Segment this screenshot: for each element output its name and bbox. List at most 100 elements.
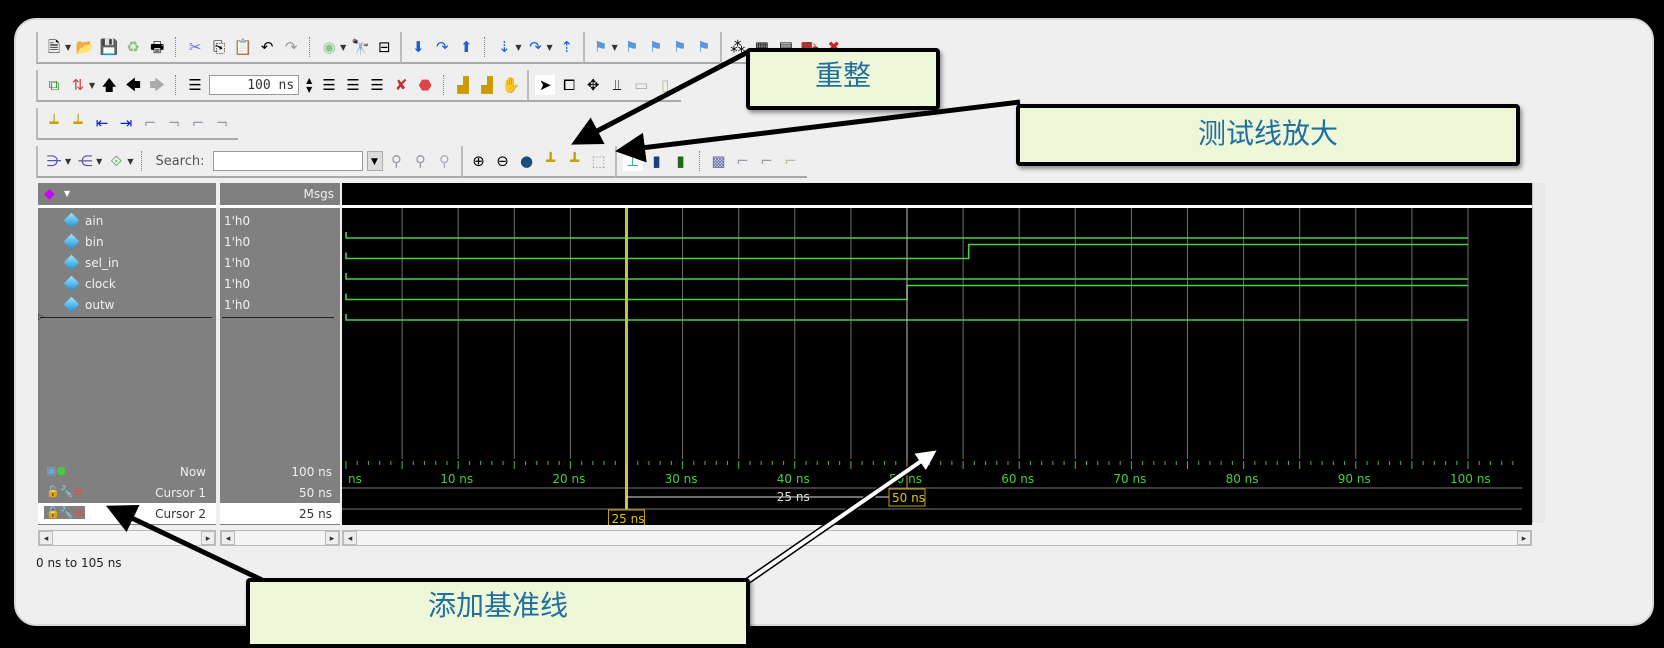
redo-icon[interactable]: ↷ — [281, 37, 301, 57]
chevron-down-icon[interactable]: ▼ — [515, 43, 521, 52]
values-horizontal-scrollbar[interactable]: ◂ ▸ — [220, 530, 340, 546]
forward-icon[interactable]: 🡆 — [147, 75, 167, 95]
zoom-mode-icon[interactable]: ⧠ — [559, 75, 579, 95]
cursor-lock-icon[interactable]: ▣ — [46, 464, 56, 477]
undo-icon[interactable]: ↶ — [257, 37, 277, 57]
cursor-add-icon[interactable]: ● — [56, 464, 66, 477]
insert-cursor-icon[interactable]: ┷ — [44, 113, 64, 133]
next-falling-icon[interactable]: ¬ — [164, 113, 184, 133]
wave-style-fill-icon[interactable]: ▮ — [671, 151, 691, 171]
chevron-down-icon[interactable]: ▼ — [127, 157, 133, 166]
reload-icon[interactable]: ♻ — [123, 37, 143, 57]
bookmark-clear-icon[interactable]: ⚑ — [694, 37, 714, 57]
chevron-down-icon[interactable]: ▼ — [65, 157, 71, 166]
step-over-icon[interactable]: ↷ — [432, 37, 452, 57]
trace-output-icon[interactable]: ⋲ — [75, 151, 95, 171]
prev-transition-icon[interactable]: ⇤ — [92, 113, 112, 133]
cursor-timeline-pane[interactable]: ns 10 ns 20 ns 30 ns 40 ns 50 ns 60 ns 70 ns 80 … — [342, 459, 1532, 528]
search-dropdown-button[interactable]: ▼ — [366, 151, 383, 171]
run-all-icon[interactable]: ☰ — [367, 75, 387, 95]
continue-icon[interactable]: ☰ — [343, 75, 363, 95]
bookmark-icon[interactable]: ⚑ — [622, 37, 642, 57]
zoom-full-icon[interactable]: ● — [517, 151, 537, 171]
chevron-down-icon[interactable]: ▼ — [612, 43, 618, 52]
run-icon[interactable]: ☰ — [319, 75, 339, 95]
cursor-row[interactable]: 🔓🔧⊖ Cursor 2 — [38, 503, 216, 524]
wave-style-line-icon[interactable]: ⊥ — [622, 151, 643, 171]
chevron-down-icon[interactable]: ▼ — [64, 189, 70, 198]
scroll-left-icon[interactable]: ◂ — [221, 531, 235, 545]
signal-row[interactable]: bin — [38, 231, 216, 252]
lock-icon[interactable]: 🔓 — [46, 485, 60, 498]
up-icon[interactable]: 🡅 — [99, 75, 119, 95]
print-icon[interactable]: 🖶 — [147, 37, 167, 57]
run-length-input[interactable]: 100 ns — [209, 75, 300, 95]
find-clear-icon[interactable]: ⚲ — [435, 151, 455, 171]
break-icon[interactable]: ✘ — [391, 75, 411, 95]
chevron-down-icon[interactable]: ▼ — [340, 43, 346, 52]
remove-cursor-icon[interactable]: ⊖ — [73, 485, 82, 498]
zoom-in-icon[interactable]: ⊕ — [469, 151, 489, 171]
scroll-right-icon[interactable]: ▸ — [325, 531, 339, 545]
collapse-icon[interactable]: ⊟ — [374, 37, 394, 57]
copy-icon[interactable]: ⎘ — [209, 37, 229, 57]
save-icon[interactable]: 💾 — [99, 37, 119, 57]
find-next-icon[interactable]: ⚲ — [411, 151, 431, 171]
wave-compare-icon[interactable]: ▭ — [631, 75, 651, 95]
next-rising-icon[interactable]: ¬ — [212, 113, 232, 133]
scroll-right-icon[interactable]: ▸ — [201, 531, 215, 545]
scroll-left-icon[interactable]: ◂ — [343, 531, 357, 545]
chevron-down-icon[interactable]: ▼ — [546, 43, 552, 52]
zoom-area-icon[interactable]: ⬚ — [589, 151, 609, 171]
paste-icon[interactable]: 📋 — [233, 37, 253, 57]
signal-row[interactable]: outw — [38, 294, 216, 315]
select-mode-icon[interactable]: ➤ — [535, 75, 556, 95]
hand-icon[interactable]: ✋ — [501, 75, 521, 95]
remove-cursor-icon[interactable]: ⊖ — [73, 506, 82, 519]
delete-cursor-icon[interactable]: ┷ — [68, 113, 88, 133]
pan-mode-icon[interactable]: ✥ — [583, 75, 603, 95]
find-prev-icon[interactable]: ⚲ — [387, 151, 407, 171]
signal-row[interactable]: clock — [38, 273, 216, 294]
zoom-out-icon[interactable]: ⊖ — [493, 151, 513, 171]
open-folder-icon[interactable]: 📂 — [75, 37, 95, 57]
wave-step1-icon[interactable]: ⌐ — [733, 151, 753, 171]
wave-step2-icon[interactable]: ⌐ — [757, 151, 777, 171]
bookmark-next-icon[interactable]: ⚑ — [646, 37, 666, 57]
step-into-icon[interactable]: ⬇ — [408, 37, 428, 57]
zoom-cursor-icon[interactable]: ┻ — [541, 151, 561, 171]
signal-row[interactable]: ain — [38, 210, 216, 231]
wave-group-icon[interactable]: ◆ — [44, 186, 55, 202]
search-input[interactable] — [212, 151, 363, 171]
run-icon[interactable]: ⇣ — [494, 37, 514, 57]
vertical-scrollbar[interactable] — [1532, 183, 1545, 523]
new-file-icon[interactable]: 🗎 — [44, 37, 64, 57]
run-length-icon[interactable]: ☰ — [185, 75, 205, 95]
next-transition-icon[interactable]: ⇥ — [116, 113, 136, 133]
spin-down-icon[interactable]: ▼ — [306, 85, 312, 94]
profile-icon[interactable]: ▟ — [453, 75, 473, 95]
scroll-right-icon[interactable]: ▸ — [1517, 531, 1531, 545]
restart-icon[interactable]: ⁂ — [728, 37, 748, 57]
wave-style-bar-icon[interactable]: ▮ — [647, 151, 667, 171]
prev-rising-icon[interactable]: ⌐ — [188, 113, 208, 133]
signal-row[interactable]: sel_in — [38, 252, 216, 273]
edit-mode-icon[interactable]: ⫫ — [607, 75, 627, 95]
cut-icon[interactable]: ✂ — [185, 37, 205, 57]
compile-icon[interactable]: ◉ — [319, 37, 339, 57]
names-horizontal-scrollbar[interactable]: ◂ ▸ — [38, 530, 216, 546]
signal-icon[interactable]: ▯ — [655, 75, 675, 95]
wave-hatch-icon[interactable]: ▩ — [709, 151, 729, 171]
restart-sim-icon[interactable]: ⧉ — [44, 75, 64, 95]
lock-icon[interactable]: 🔓 — [46, 506, 60, 519]
waveform-horizontal-scrollbar[interactable]: ◂ ▸ — [342, 530, 1532, 546]
wrench-icon[interactable]: 🔧 — [60, 485, 74, 498]
spin-up-icon[interactable]: ▲ — [306, 76, 312, 85]
bookmark-prev-icon[interactable]: ⚑ — [670, 37, 690, 57]
run-length-spinner[interactable]: ▲ ▼ — [303, 75, 315, 95]
trace-input-icon[interactable]: ⋺ — [44, 151, 64, 171]
run-all-icon[interactable]: ⇡ — [557, 37, 577, 57]
prev-falling-icon[interactable]: ⌐ — [140, 113, 160, 133]
cursor-row[interactable]: 🔓🔧⊖ Cursor 1 — [38, 482, 216, 503]
now-row[interactable]: ▣● Now — [38, 461, 216, 482]
